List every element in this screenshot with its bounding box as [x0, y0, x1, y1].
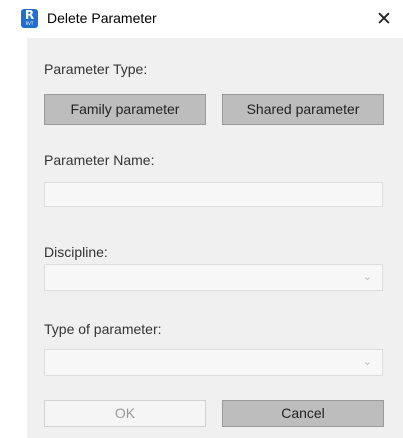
- chevron-down-icon: ⌄: [362, 270, 372, 283]
- chevron-down-icon: ⌄: [362, 355, 372, 368]
- app-icon-sub: RVT: [25, 21, 34, 26]
- window-title: Delete Parameter: [47, 10, 157, 26]
- revit-app-icon: R RVT: [21, 9, 38, 28]
- app-icon-letter: R: [24, 8, 35, 22]
- type-of-parameter-label: Type of parameter:: [44, 321, 162, 337]
- close-icon: ✕: [376, 8, 392, 30]
- close-button[interactable]: ✕: [368, 4, 400, 34]
- dialog-body: Parameter Type: Family parameter Shared …: [27, 38, 403, 438]
- discipline-label: Discipline:: [44, 244, 108, 260]
- ok-button[interactable]: OK: [44, 400, 206, 427]
- parameter-name-label: Parameter Name:: [44, 152, 155, 168]
- cancel-button[interactable]: Cancel: [222, 400, 384, 427]
- parameter-name-input[interactable]: [44, 182, 383, 207]
- family-parameter-button[interactable]: Family parameter: [44, 94, 206, 125]
- type-of-parameter-dropdown[interactable]: ⌄: [44, 349, 383, 376]
- title-bar: R RVT Delete Parameter ✕: [0, 0, 403, 38]
- discipline-dropdown[interactable]: ⌄: [44, 264, 383, 291]
- parameter-type-label: Parameter Type:: [44, 61, 148, 77]
- shared-parameter-button[interactable]: Shared parameter: [222, 94, 384, 125]
